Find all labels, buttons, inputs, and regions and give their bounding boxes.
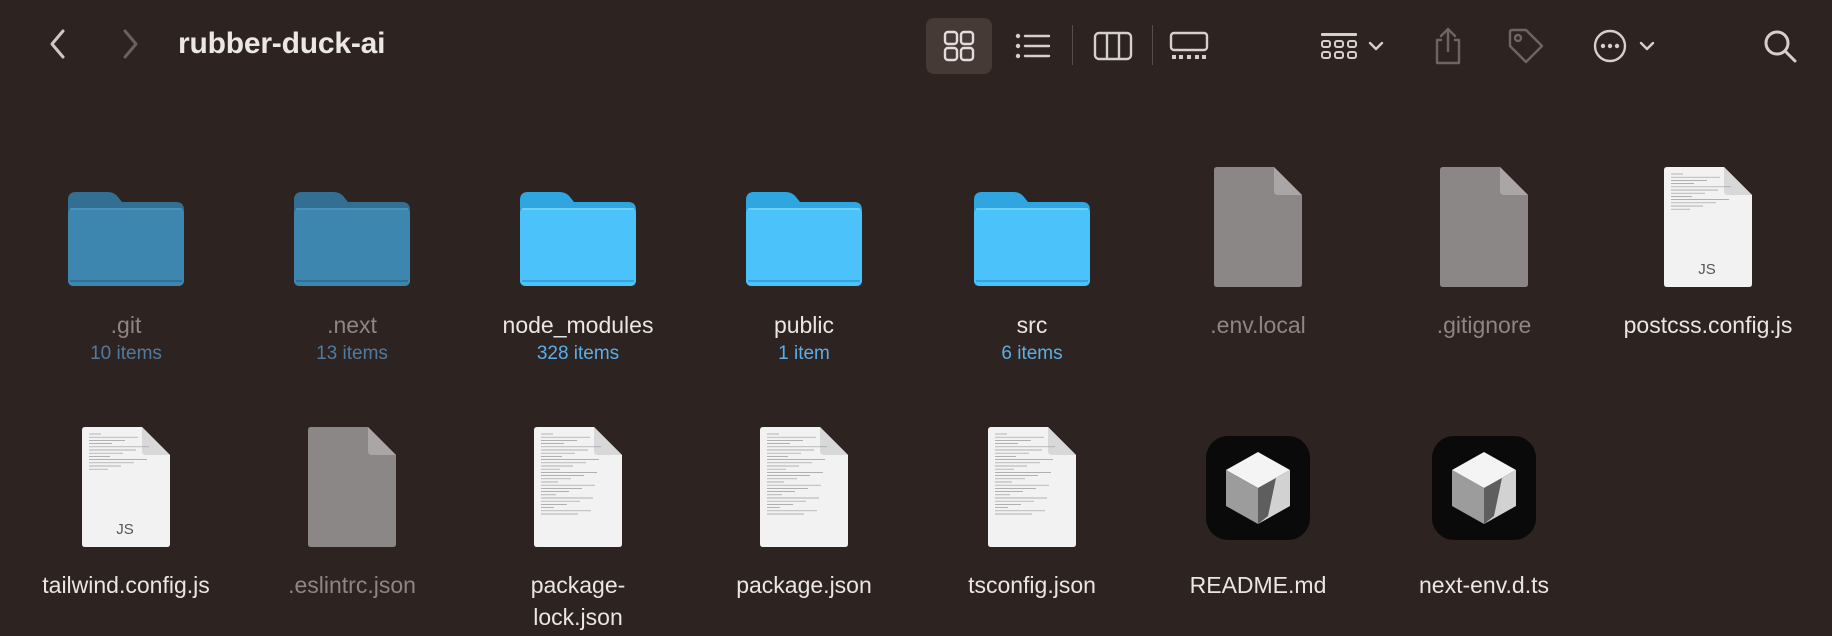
file-name: .git bbox=[110, 312, 142, 338]
document-icon bbox=[1440, 167, 1528, 287]
file-item[interactable]: package-lock.json bbox=[478, 398, 678, 633]
folder-item[interactable]: node_modules 328 items bbox=[478, 138, 678, 365]
file-name: tsconfig.json bbox=[968, 572, 1096, 598]
toolbar-divider bbox=[1152, 25, 1153, 65]
file-name: README.md bbox=[1189, 572, 1327, 598]
more-actions-button[interactable] bbox=[1586, 20, 1662, 72]
file-thumbnail bbox=[478, 398, 678, 548]
file-thumbnail bbox=[478, 138, 678, 288]
search-button[interactable] bbox=[1756, 22, 1804, 70]
file-thumbnail bbox=[1158, 138, 1358, 288]
file-thumbnail bbox=[932, 138, 1132, 288]
file-item[interactable]: JS tailwind.config.js bbox=[26, 398, 226, 601]
file-item[interactable]: .gitignore bbox=[1384, 138, 1584, 341]
folder-icon bbox=[520, 192, 636, 286]
chevron-left-icon bbox=[50, 29, 65, 59]
file-item[interactable]: JS postcss.config.js bbox=[1608, 138, 1808, 341]
app-cube-icon bbox=[1206, 436, 1310, 540]
item-count: 6 items bbox=[1001, 343, 1063, 364]
file-name: src bbox=[1016, 312, 1048, 338]
file-grid: .git 10 items .next 13 items node_modules 328… bbox=[0, 92, 1832, 636]
item-count: 1 item bbox=[778, 343, 830, 364]
file-thumbnail: JS bbox=[26, 398, 226, 548]
gallery-view-button[interactable] bbox=[1156, 18, 1222, 74]
folder-icon bbox=[974, 192, 1090, 286]
file-thumbnail bbox=[26, 138, 226, 288]
group-grid-icon bbox=[1321, 33, 1357, 59]
text-document-icon bbox=[988, 427, 1076, 547]
columns-icon bbox=[1093, 31, 1133, 61]
file-name: package.json bbox=[736, 572, 872, 598]
file-name: postcss.config.js bbox=[1623, 312, 1793, 338]
item-count: 10 items bbox=[90, 343, 162, 364]
grid-icon bbox=[943, 30, 975, 62]
column-view-button[interactable] bbox=[1080, 18, 1146, 74]
file-name: tailwind.config.js bbox=[42, 572, 210, 598]
window-title: rubber-duck-ai bbox=[178, 27, 386, 60]
folder-item[interactable]: .git 10 items bbox=[26, 138, 226, 365]
file-name: .env.local bbox=[1210, 312, 1306, 338]
tag-button[interactable] bbox=[1500, 20, 1552, 72]
back-button[interactable] bbox=[40, 26, 76, 62]
file-thumbnail bbox=[252, 138, 452, 288]
file-thumbnail bbox=[252, 398, 452, 548]
ellipsis-circle-icon bbox=[1593, 29, 1627, 63]
item-count: 13 items bbox=[316, 343, 388, 364]
document-icon bbox=[308, 427, 396, 547]
text-document-icon: JS bbox=[1664, 167, 1752, 287]
file-item[interactable]: tsconfig.json bbox=[932, 398, 1132, 601]
file-thumbnail bbox=[704, 138, 904, 288]
document-icon bbox=[1214, 167, 1302, 287]
chevron-right-icon bbox=[123, 29, 138, 59]
file-item[interactable]: .env.local bbox=[1158, 138, 1358, 341]
text-document-icon bbox=[760, 427, 848, 547]
gallery-icon bbox=[1169, 31, 1209, 59]
forward-button[interactable] bbox=[112, 26, 148, 62]
file-name: .next bbox=[327, 312, 377, 338]
svg-text:JS: JS bbox=[1698, 261, 1716, 278]
file-thumbnail bbox=[1384, 398, 1584, 548]
list-view-button[interactable] bbox=[1000, 18, 1066, 74]
file-item[interactable]: .eslintrc.json bbox=[252, 398, 452, 601]
file-thumbnail: JS bbox=[1608, 138, 1808, 288]
file-item[interactable]: package.json bbox=[704, 398, 904, 601]
file-thumbnail bbox=[1384, 138, 1584, 288]
group-button[interactable] bbox=[1312, 20, 1392, 72]
chevron-down-icon bbox=[1639, 41, 1655, 51]
folder-item[interactable]: public 1 item bbox=[704, 138, 904, 365]
text-document-icon: JS bbox=[82, 427, 170, 547]
folder-icon bbox=[746, 192, 862, 286]
file-name: next-env.d.ts bbox=[1419, 572, 1549, 598]
text-document-icon bbox=[534, 427, 622, 547]
file-thumbnail bbox=[932, 398, 1132, 548]
file-name: node_modules bbox=[502, 312, 654, 338]
file-item[interactable]: next-env.d.ts bbox=[1384, 398, 1584, 601]
list-icon bbox=[1015, 33, 1051, 59]
svg-text:JS: JS bbox=[116, 521, 134, 538]
toolbar-divider bbox=[1072, 25, 1073, 65]
share-button[interactable] bbox=[1424, 20, 1472, 72]
icon-view-button[interactable] bbox=[926, 18, 992, 74]
share-icon bbox=[1435, 27, 1461, 65]
chevron-down-icon bbox=[1368, 41, 1384, 51]
folder-icon bbox=[68, 192, 184, 286]
file-thumbnail bbox=[704, 398, 904, 548]
folder-item[interactable]: .next 13 items bbox=[252, 138, 452, 365]
search-icon bbox=[1764, 30, 1797, 63]
file-item[interactable]: README.md bbox=[1158, 398, 1358, 601]
file-name: .gitignore bbox=[1436, 312, 1532, 338]
tag-icon bbox=[1508, 28, 1544, 64]
app-cube-icon bbox=[1432, 436, 1536, 540]
item-count: 328 items bbox=[536, 343, 620, 364]
file-name: package-lock.json bbox=[530, 572, 626, 630]
folder-item[interactable]: src 6 items bbox=[932, 138, 1132, 365]
file-name: public bbox=[773, 312, 835, 338]
toolbar: rubber-duck-ai bbox=[0, 0, 1832, 92]
file-name: .eslintrc.json bbox=[288, 572, 416, 598]
file-thumbnail bbox=[1158, 398, 1358, 548]
folder-icon bbox=[294, 192, 410, 286]
